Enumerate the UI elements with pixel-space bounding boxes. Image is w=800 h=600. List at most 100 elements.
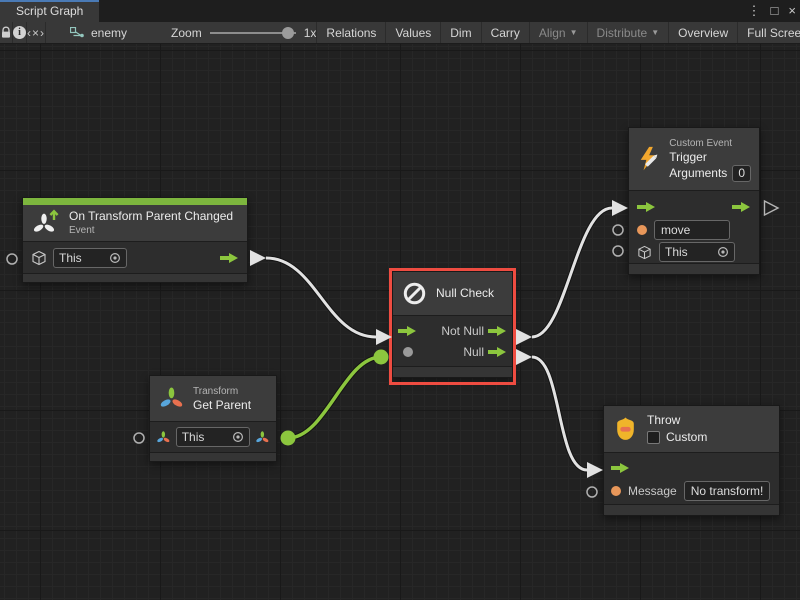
null-check-icon — [401, 280, 428, 307]
node-category: Custom Event — [669, 137, 751, 150]
flow-connector-triangle — [516, 349, 532, 365]
throw-exception-icon — [612, 416, 639, 443]
wire-null-to-throw — [532, 357, 587, 470]
lock-icon — [0, 26, 12, 39]
node-category: Transform — [193, 385, 251, 398]
full-screen-button[interactable]: Full Screen — [738, 22, 800, 43]
graph-canvas[interactable]: On Transform Parent Changed Event This — [0, 44, 800, 600]
node-title: On Transform Parent Changed — [69, 209, 233, 224]
flow-output-arrow-icon[interactable] — [488, 325, 507, 337]
relations-button[interactable]: Relations — [316, 22, 386, 43]
flow-output-arrow-icon[interactable] — [220, 252, 239, 264]
graph-name: enemy — [91, 26, 127, 40]
flow-output-arrow-icon[interactable] — [488, 346, 507, 358]
node-header[interactable]: Throw Custom — [604, 406, 779, 453]
node-header[interactable]: On Transform Parent Changed Event — [23, 205, 247, 242]
distribute-button[interactable]: Distribute▼ — [588, 22, 670, 43]
wire-event-to-nullcheck — [266, 258, 376, 337]
node-title: Trigger — [669, 150, 751, 165]
node-null-check[interactable]: Null Check Not Null Null — [392, 271, 513, 378]
zoom-slider[interactable] — [210, 32, 296, 34]
align-button[interactable]: Align▼ — [530, 22, 588, 43]
node-footer — [23, 273, 247, 282]
target-dropdown[interactable]: This — [176, 427, 251, 447]
arguments-label: Arguments — [669, 166, 727, 181]
graph-icon — [70, 27, 85, 39]
info-icon: i — [13, 26, 26, 39]
values-button[interactable]: Values — [386, 22, 441, 43]
node-footer — [629, 263, 759, 274]
flow-connector-triangle — [376, 329, 392, 345]
node-subtitle: Event — [69, 224, 233, 237]
arguments-count-field[interactable]: 0 — [732, 165, 751, 182]
gameobject-cube-icon — [637, 245, 652, 260]
carry-button[interactable]: Carry — [482, 22, 530, 43]
zoom-control: Zoom 1x — [171, 22, 316, 43]
window-controls: ⋮ □ × — [748, 0, 796, 22]
flow-input-arrow-icon[interactable] — [398, 325, 417, 337]
overview-button[interactable]: Overview — [669, 22, 738, 43]
custom-event-icon — [637, 145, 661, 173]
node-title: Throw — [647, 413, 707, 428]
zoom-value: 1x — [304, 26, 317, 40]
wire-getparent-to-nullcheck — [288, 357, 381, 438]
graph-reference[interactable]: enemy — [60, 22, 137, 43]
lock-button[interactable] — [0, 22, 13, 43]
node-trigger-custom-event[interactable]: Custom Event Trigger Arguments 0 move — [628, 127, 760, 275]
transform-output-port-icon[interactable] — [255, 430, 270, 445]
kebab-menu-icon[interactable]: ⋮ — [748, 0, 761, 22]
port-label-null: Null — [417, 345, 484, 359]
tab-title: Script Graph — [16, 4, 83, 18]
unity-visual-scripting-window: Script Graph ⋮ □ × i ‹×› enemy — [0, 0, 800, 600]
edit-script-button[interactable]: ‹×› — [27, 22, 46, 43]
gameobject-cube-icon — [31, 250, 47, 266]
custom-checkbox-label: Custom — [666, 430, 707, 445]
value-connector-dot — [374, 350, 389, 365]
value-input-port[interactable] — [611, 486, 621, 496]
node-get-parent[interactable]: Transform Get Parent This — [149, 375, 277, 462]
node-header[interactable]: Null Check — [393, 272, 512, 316]
zoom-label: Zoom — [171, 26, 202, 40]
flow-output-arrow-icon[interactable] — [732, 201, 751, 213]
target-dropdown[interactable]: This — [659, 242, 735, 262]
node-header[interactable]: Transform Get Parent — [150, 376, 276, 422]
target-icon[interactable] — [717, 246, 729, 258]
flow-connector-outline-triangle — [765, 201, 779, 215]
flow-connector-triangle — [250, 250, 266, 266]
port-label-not-null: Not Null — [421, 324, 484, 338]
external-port-circle — [7, 254, 17, 264]
flow-connector-triangle — [587, 462, 603, 478]
tab-script-graph[interactable]: Script Graph — [0, 0, 99, 22]
flow-connector-triangle — [516, 329, 532, 345]
event-name-field[interactable]: move — [654, 220, 730, 240]
node-title: Get Parent — [193, 398, 251, 413]
message-field[interactable]: No transform! — [684, 481, 771, 501]
transform-icon — [158, 385, 185, 412]
node-on-transform-parent-changed[interactable]: On Transform Parent Changed Event This — [22, 197, 248, 283]
node-title: Null Check — [436, 286, 494, 301]
node-throw[interactable]: Throw Custom Message No transform! — [603, 405, 780, 516]
dim-button[interactable]: Dim — [441, 22, 481, 43]
external-port-circle — [613, 246, 623, 256]
target-dropdown[interactable]: This — [53, 248, 127, 268]
wire-notnull-to-trigger — [532, 208, 612, 337]
transform-port-icon[interactable] — [156, 430, 171, 445]
value-input-port[interactable] — [403, 347, 413, 357]
value-input-port[interactable] — [637, 225, 647, 235]
custom-checkbox[interactable] — [647, 431, 660, 444]
maximize-icon[interactable]: □ — [771, 0, 779, 22]
chevron-down-icon: ▼ — [570, 28, 578, 37]
flow-input-arrow-icon[interactable] — [637, 201, 656, 213]
flow-input-arrow-icon[interactable] — [611, 462, 630, 474]
close-icon[interactable]: × — [788, 0, 796, 22]
target-icon[interactable] — [109, 252, 121, 264]
graph-toolbar: i ‹×› enemy Zoom 1x Relations Values Dim… — [0, 22, 800, 44]
node-footer — [604, 504, 779, 515]
target-icon[interactable] — [232, 431, 244, 443]
zoom-slider-handle[interactable] — [282, 27, 294, 39]
node-header[interactable]: Custom Event Trigger Arguments 0 — [629, 128, 759, 191]
external-port-circle — [587, 487, 597, 497]
external-port-circle — [613, 225, 623, 235]
info-button[interactable]: i — [13, 22, 27, 43]
value-connector-dot — [281, 431, 296, 446]
